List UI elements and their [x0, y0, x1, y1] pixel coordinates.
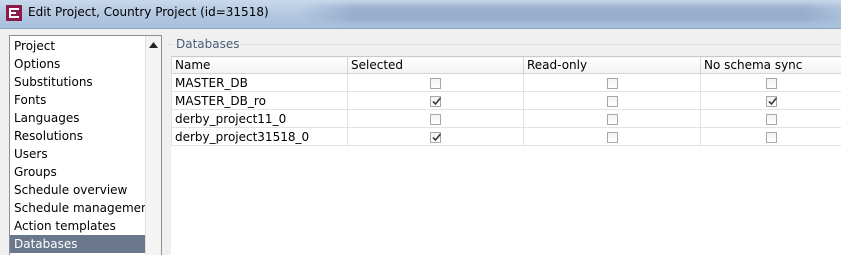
selected-checkbox-cell [347, 91, 524, 110]
table-row[interactable]: derby_project11_0 [171, 109, 841, 128]
selected-checkbox[interactable] [430, 95, 442, 107]
checkmark-icon [432, 96, 442, 105]
sidebar-item-substitutions[interactable]: Substitutions [10, 73, 147, 91]
settings-nav-list[interactable]: Project Options Substitutions Fonts Language… [9, 35, 162, 255]
column-header-no-schema-sync[interactable]: No schema sync [700, 56, 841, 74]
table-empty-area [171, 145, 841, 255]
sidebar-item-databases[interactable]: Databases [10, 235, 147, 253]
database-name-cell: MASTER_DB_ro [171, 91, 348, 110]
settings-nav-items: Project Options Substitutions Fonts Language… [10, 37, 153, 253]
selected-checkbox[interactable] [430, 77, 441, 89]
no-schema-sync-checkbox-cell [700, 127, 841, 146]
selected-checkbox[interactable] [430, 113, 441, 125]
read-only-checkbox[interactable] [606, 95, 618, 107]
sidebar-item-languages[interactable]: Languages [10, 109, 147, 127]
sidebar-item-groups[interactable]: Groups [10, 163, 147, 181]
no-schema-sync-checkbox-cell [700, 73, 841, 92]
title-bar-background-blur [300, 4, 841, 22]
table-row[interactable]: MASTER_DB_ro [171, 91, 841, 110]
table-body: MASTER_DB MASTER_DB_ro derby_project11_0 de… [171, 73, 841, 146]
checkmark-icon [432, 132, 442, 141]
no-schema-sync-checkbox[interactable] [765, 95, 777, 107]
title-bar[interactable]: Edit Project, Country Project (id=31518) [0, 0, 841, 29]
database-name-cell: MASTER_DB [171, 73, 348, 92]
read-only-checkbox-cell [523, 73, 701, 92]
sidebar-scrollbar[interactable] [145, 36, 161, 255]
table-row[interactable]: derby_project31518_0 [171, 127, 841, 146]
sidebar-item-project[interactable]: Project [10, 37, 147, 55]
sidebar-item-schedule-overview[interactable]: Schedule overview [10, 181, 147, 199]
no-schema-sync-checkbox[interactable] [765, 113, 777, 125]
app-icon [6, 5, 22, 21]
column-header-name[interactable]: Name [171, 56, 348, 74]
sidebar-item-resolutions[interactable]: Resolutions [10, 127, 147, 145]
table-header-row: Name Selected Read-only No schema sync [171, 56, 841, 74]
no-schema-sync-checkbox-cell [700, 109, 841, 128]
sidebar-item-action-templates[interactable]: Action templates [10, 217, 147, 235]
no-schema-sync-checkbox-cell [700, 91, 841, 110]
column-header-selected[interactable]: Selected [347, 56, 524, 74]
read-only-checkbox-cell [523, 91, 701, 110]
read-only-checkbox-cell [523, 109, 701, 128]
read-only-checkbox[interactable] [606, 77, 618, 89]
databases-table: Name Selected Read-only No schema sync M… [171, 56, 841, 146]
table-row[interactable]: MASTER_DB [171, 73, 841, 92]
sidebar-item-users[interactable]: Users [10, 145, 147, 163]
window-title: Edit Project, Country Project (id=31518) [28, 5, 269, 19]
group-border-right [240, 44, 841, 45]
selected-checkbox-cell [347, 109, 524, 128]
no-schema-sync-checkbox[interactable] [765, 131, 777, 143]
read-only-checkbox[interactable] [606, 113, 618, 125]
database-name-cell: derby_project11_0 [171, 109, 348, 128]
sidebar-item-fonts[interactable]: Fonts [10, 91, 147, 109]
sidebar-item-schedule-management[interactable]: Schedule management [10, 199, 153, 217]
selected-checkbox-cell [347, 73, 524, 92]
read-only-checkbox-cell [523, 127, 701, 146]
checkmark-icon [767, 96, 777, 105]
database-name-cell: derby_project31518_0 [171, 127, 348, 146]
section-title: Databases [176, 37, 240, 51]
group-border-left [168, 44, 173, 45]
selected-checkbox[interactable] [430, 131, 442, 143]
scroll-up-arrow-icon[interactable] [146, 36, 161, 53]
read-only-checkbox[interactable] [606, 131, 618, 143]
sidebar-item-options[interactable]: Options [10, 55, 147, 73]
selected-checkbox-cell [347, 127, 524, 146]
column-header-read-only[interactable]: Read-only [523, 56, 701, 74]
no-schema-sync-checkbox[interactable] [765, 77, 777, 89]
